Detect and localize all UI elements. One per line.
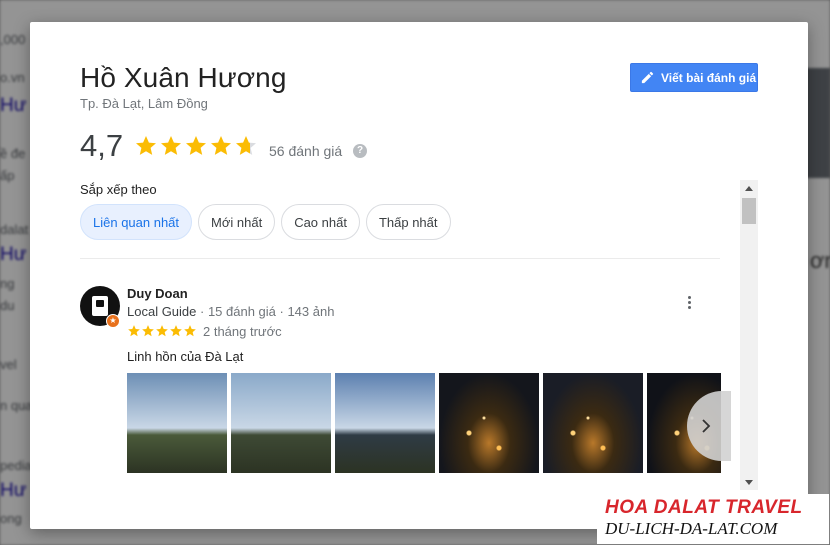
sort-label: Sắp xếp theo	[80, 182, 157, 197]
divider	[80, 258, 720, 259]
review-photos	[127, 373, 721, 473]
write-review-label: Viết bài đánh giá	[661, 70, 757, 85]
avatar[interactable]: ★	[80, 286, 120, 328]
review-count[interactable]: 56 đánh giá	[269, 143, 342, 159]
pencil-icon	[641, 71, 654, 84]
chevron-right-icon	[702, 419, 711, 433]
sort-chip-lowest[interactable]: Thấp nhất	[365, 204, 451, 240]
reviews-scroll-area: Sắp xếp theo Liên quan nhất Mới nhất Cao…	[80, 180, 740, 490]
write-review-button[interactable]: Viết bài đánh giá	[630, 63, 758, 92]
scrollbar[interactable]	[740, 180, 758, 490]
reviews-dialog: Hồ Xuân Hương Tp. Đà Lạt, Lâm Đồng Viết …	[30, 22, 808, 529]
star-icon	[161, 136, 181, 155]
local-guide-label: Local Guide	[127, 304, 197, 319]
star-icon	[156, 325, 168, 337]
star-icon	[170, 325, 182, 337]
review-time: 2 tháng trước	[203, 324, 282, 339]
help-icon[interactable]: ?	[353, 144, 367, 158]
place-location: Tp. Đà Lạt, Lâm Đồng	[80, 96, 208, 111]
local-guide-badge-icon: ★	[106, 314, 120, 328]
rating-score: 4,7	[80, 128, 124, 163]
star-icon	[186, 136, 206, 155]
photo-sun-over-lake[interactable]	[231, 373, 331, 473]
review-stars	[127, 324, 197, 338]
sort-chip-relevant[interactable]: Liên quan nhất	[80, 204, 193, 240]
rating-stars	[134, 134, 258, 158]
star-icon	[184, 325, 196, 337]
star-icon	[128, 325, 140, 337]
watermark-brand: HOA DALAT TRAVEL	[605, 497, 803, 518]
scroll-up-arrow-icon[interactable]	[740, 180, 758, 196]
photo-sunrise-lake[interactable]	[127, 373, 227, 473]
star-icon	[142, 325, 154, 337]
photo-night-city-1[interactable]	[439, 373, 539, 473]
review-text: Linh hồn của Đà Lạt	[127, 349, 244, 364]
reviewer-meta: Local Guide · 15 đánh giá · 143 ảnh	[127, 304, 334, 319]
star-icon	[136, 136, 156, 155]
place-title: Hồ Xuân Hương	[80, 62, 287, 93]
watermark-site: DU-LICH-DA-LAT.COM	[605, 519, 778, 538]
sort-chips: Liên quan nhất Mới nhất Cao nhất Thấp nh…	[80, 204, 451, 240]
reviewer-name[interactable]: Duy Doan	[127, 286, 188, 301]
photo-night-city-2[interactable]	[543, 373, 643, 473]
sort-chip-highest[interactable]: Cao nhất	[281, 204, 360, 240]
avatar-image	[92, 296, 108, 316]
star-icon	[236, 136, 256, 155]
scroll-down-arrow-icon[interactable]	[740, 474, 758, 490]
more-options-icon[interactable]	[682, 292, 696, 312]
star-icon	[211, 136, 231, 155]
sort-chip-newest[interactable]: Mới nhất	[198, 204, 276, 240]
photo-sun-horizon[interactable]	[335, 373, 435, 473]
scrollbar-thumb[interactable]	[742, 198, 756, 224]
reviewer-stats: · 15 đánh giá · 143 ảnh	[196, 304, 335, 319]
watermark: HOA DALAT TRAVEL DU-LICH-DA-LAT.COM	[597, 494, 829, 544]
